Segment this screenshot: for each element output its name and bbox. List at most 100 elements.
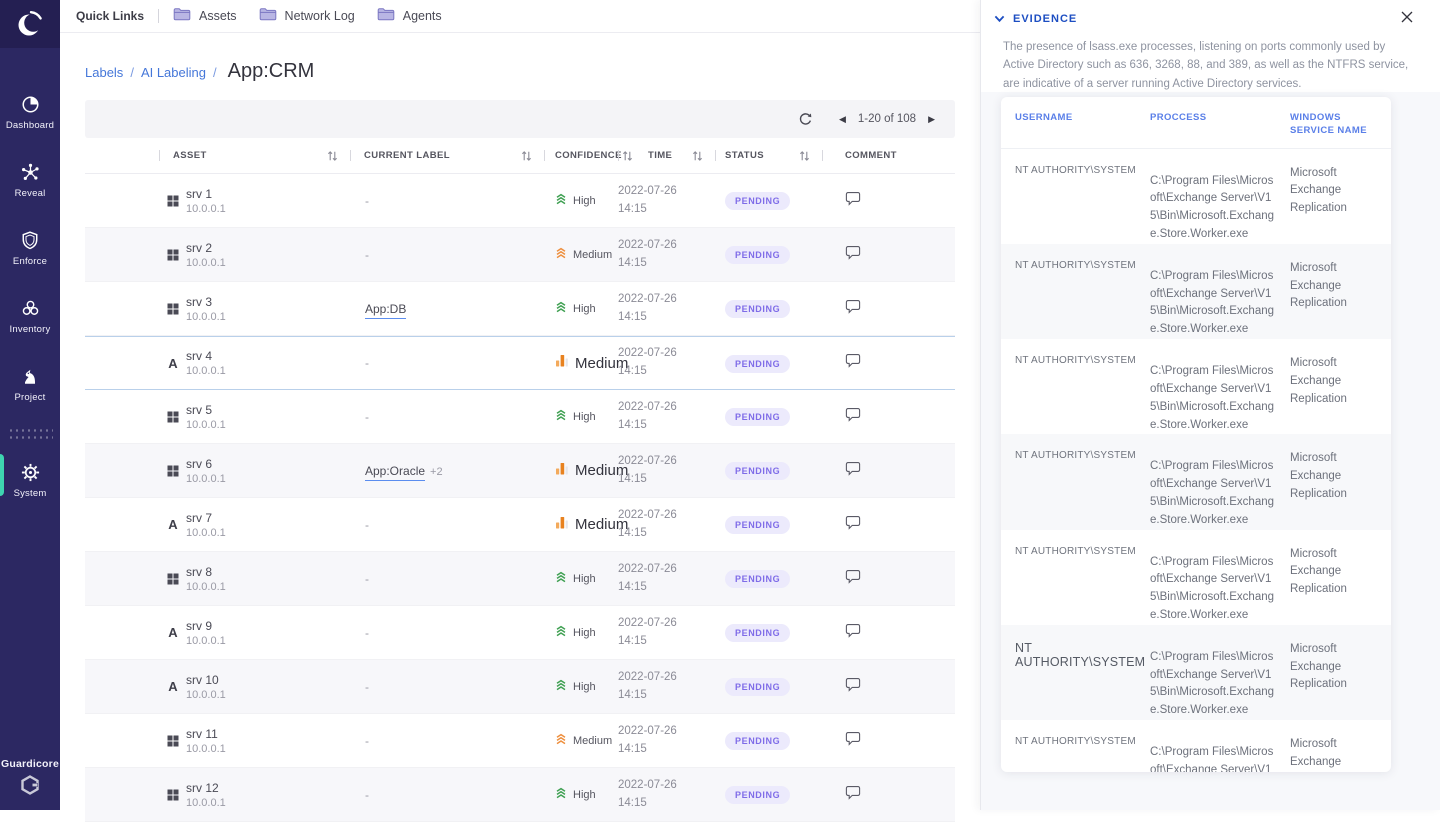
table-row[interactable]: srv 12 10.0.0.1 - High 2022-07-26 14:15 … xyxy=(85,768,955,822)
table-row[interactable]: A srv 10 10.0.0.1 - High 2022-07-26 14:1… xyxy=(85,660,955,714)
current-label-cell: - xyxy=(350,572,544,586)
evidence-column-header[interactable]: WINDOWS SERVICE NAME xyxy=(1290,111,1379,138)
comment-icon[interactable] xyxy=(845,191,861,206)
table-row[interactable]: srv 3 10.0.0.1 App:DB High 2022-07-26 14… xyxy=(85,282,955,336)
comment-icon[interactable] xyxy=(845,461,861,476)
topbar-item-agents[interactable]: Agents xyxy=(377,7,442,26)
sidebar-item-project[interactable]: Project xyxy=(0,356,60,411)
table-row[interactable]: A srv 7 10.0.0.1 - Medium 2022-07-26 14:… xyxy=(85,498,955,552)
generic-asset-icon: A xyxy=(166,625,180,640)
comment-icon[interactable] xyxy=(845,515,861,530)
column-header-current-label[interactable]: CURRENT LABEL xyxy=(350,138,544,173)
sort-icon[interactable] xyxy=(327,150,338,162)
column-header-status[interactable]: STATUS xyxy=(715,138,822,173)
confidence-text: Medium xyxy=(573,735,612,747)
empty-label-dash: - xyxy=(365,410,369,424)
folder-icon xyxy=(173,7,191,26)
current-label-cell: - xyxy=(350,194,544,208)
comment-icon[interactable] xyxy=(845,569,861,584)
current-label-cell: App:Oracle +2 xyxy=(350,464,544,478)
row-date: 2022-07-26 xyxy=(618,183,715,201)
evidence-process: C:\Program Files\Microsoft\Exchange Serv… xyxy=(1150,744,1290,772)
empty-label-dash: - xyxy=(365,248,369,262)
column-header-asset[interactable]: ASSET xyxy=(159,138,350,173)
table-row[interactable]: A srv 4 10.0.0.1 - Medium 2022-07-26 14:… xyxy=(85,336,955,390)
evidence-column-header[interactable]: PROCCESS xyxy=(1150,111,1290,138)
dashboard-pie-icon xyxy=(20,93,41,115)
asset-name: srv 6 xyxy=(186,457,226,471)
close-icon[interactable] xyxy=(1401,11,1413,23)
evidence-row[interactable]: NT AUTHORITY\SYSTEM C:\Program Files\Mic… xyxy=(1001,339,1391,434)
table-row[interactable]: srv 6 10.0.0.1 App:Oracle+2 Medium 2022-… xyxy=(85,444,955,498)
comment-icon[interactable] xyxy=(845,299,861,314)
table-row[interactable]: srv 2 10.0.0.1 - Medium 2022-07-26 14:15… xyxy=(85,228,955,282)
confidence-cell: Medium xyxy=(544,354,618,372)
label-link[interactable]: App:DB xyxy=(365,302,406,319)
prev-page-arrow-icon[interactable]: ◀ xyxy=(835,112,850,127)
current-label-cell: - xyxy=(350,734,544,748)
table-row[interactable]: srv 1 10.0.0.1 - High 2022-07-26 14:15 P… xyxy=(85,174,955,228)
empty-label-dash: - xyxy=(365,518,369,532)
table-row[interactable]: srv 11 10.0.0.1 - Medium 2022-07-26 14:1… xyxy=(85,714,955,768)
table-row[interactable]: A srv 9 10.0.0.1 - High 2022-07-26 14:15… xyxy=(85,606,955,660)
breadcrumb-link[interactable]: Labels xyxy=(85,65,123,80)
asset-ip: 10.0.0.1 xyxy=(186,311,226,323)
evidence-row[interactable]: NT AUTHORITY\SYSTEM C:\Program Files\Mic… xyxy=(1001,720,1391,772)
windows-icon xyxy=(166,249,180,261)
guardicore-crescent-logo[interactable] xyxy=(0,0,60,48)
evidence-title[interactable]: EVIDENCE xyxy=(1013,13,1077,25)
confidence-text: High xyxy=(573,789,596,801)
generic-asset-icon: A xyxy=(166,517,180,532)
column-header-confidence[interactable]: CONFIDENCE xyxy=(544,138,618,173)
asset-name: srv 8 xyxy=(186,565,226,579)
column-header-comment[interactable]: COMMENT xyxy=(822,138,955,173)
confidence-high-icon xyxy=(555,786,567,804)
sort-icon[interactable] xyxy=(521,150,532,162)
sidebar-item-inventory[interactable]: Inventory xyxy=(0,288,60,343)
evidence-column-header[interactable]: USERNAME xyxy=(1015,111,1150,138)
labels-table: ASSET CURRENT LABEL CONFIDENCE TIME xyxy=(85,138,955,822)
sidebar-item-enforce[interactable]: Enforce xyxy=(0,220,60,275)
evidence-row[interactable]: NT AUTHORITY\SYSTEM C:\Program Files\Mic… xyxy=(1001,530,1391,625)
evidence-row[interactable]: NT AUTHORITY\SYSTEM C:\Program Files\Mic… xyxy=(1001,149,1391,244)
comment-icon[interactable] xyxy=(845,245,861,260)
sort-icon[interactable] xyxy=(692,150,703,162)
label-extra-count[interactable]: +2 xyxy=(430,466,443,478)
row-time: 14:15 xyxy=(618,525,715,543)
current-label-cell: - xyxy=(350,680,544,694)
table-row[interactable]: srv 5 10.0.0.1 - High 2022-07-26 14:15 P… xyxy=(85,390,955,444)
comment-icon[interactable] xyxy=(845,407,861,422)
sidebar-item-dashboard[interactable]: Dashboard xyxy=(0,84,60,139)
sort-icon[interactable] xyxy=(799,150,810,162)
breadcrumb-link[interactable]: AI Labeling xyxy=(141,65,206,80)
topbar-item-network-log[interactable]: Network Log xyxy=(259,7,355,26)
evidence-card: USERNAMEPROCCESSWINDOWS SERVICE NAME NT … xyxy=(1001,97,1391,772)
comment-icon[interactable] xyxy=(845,731,861,746)
sidebar-item-system[interactable]: System xyxy=(0,452,60,507)
sidebar-item-reveal[interactable]: Reveal xyxy=(0,152,60,207)
current-label-cell: - xyxy=(350,410,544,424)
time-cell: 2022-07-26 14:15 xyxy=(618,345,715,381)
topbar-item-assets[interactable]: Assets xyxy=(173,7,237,26)
confidence-text: High xyxy=(573,681,596,693)
comment-icon[interactable] xyxy=(845,623,861,638)
windows-icon xyxy=(166,573,180,585)
breadcrumb-separator: / xyxy=(213,65,217,80)
confidence-high-icon xyxy=(555,192,567,210)
refresh-button[interactable] xyxy=(798,112,813,127)
comment-icon[interactable] xyxy=(845,353,861,368)
chevron-down-icon[interactable] xyxy=(994,15,1005,23)
evidence-row[interactable]: NT AUTHORITY\SYSTEM C:\Program Files\Mic… xyxy=(1001,434,1391,529)
column-header-time[interactable]: TIME xyxy=(618,138,715,173)
comment-icon[interactable] xyxy=(845,677,861,692)
evidence-row[interactable]: NT AUTHORITY\SYSTEM C:\Program Files\Mic… xyxy=(1001,244,1391,339)
next-page-arrow-icon[interactable]: ▶ xyxy=(924,112,939,127)
table-row[interactable]: srv 8 10.0.0.1 - High 2022-07-26 14:15 P… xyxy=(85,552,955,606)
status-badge: PENDING xyxy=(725,732,790,750)
label-link[interactable]: App:Oracle xyxy=(365,464,425,481)
quick-links-label[interactable]: Quick Links xyxy=(76,9,144,23)
comment-icon[interactable] xyxy=(845,785,861,800)
confidence-text: High xyxy=(573,627,596,639)
confidence-text: High xyxy=(573,195,596,207)
evidence-row[interactable]: NT AUTHORITY\SYSTEM C:\Program Files\Mic… xyxy=(1001,625,1391,720)
